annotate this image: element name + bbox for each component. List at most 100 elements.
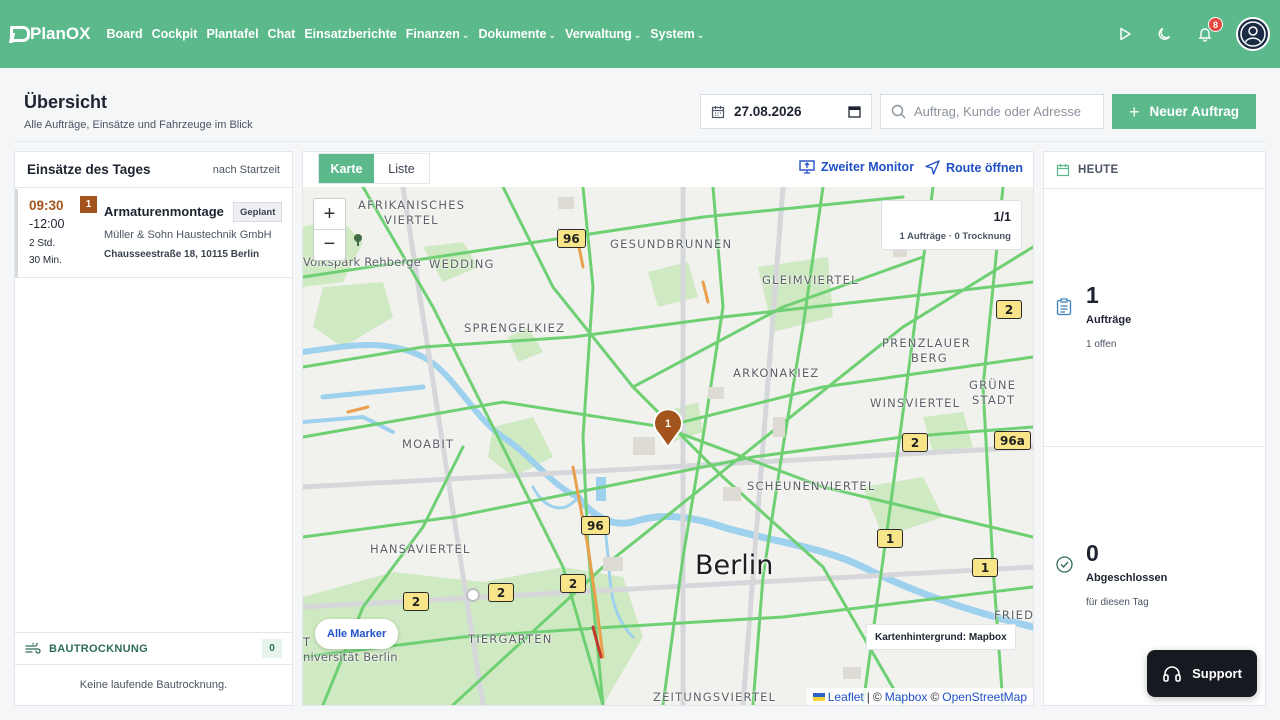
map-label-universitaet: niversität Berlin bbox=[303, 650, 398, 664]
new-order-button[interactable]: + Neuer Auftrag bbox=[1112, 94, 1256, 129]
nav-item-chat[interactable]: Chat bbox=[268, 27, 296, 41]
map-background-label: Kartenhintergrund: Mapbox bbox=[866, 624, 1016, 650]
stats-divider bbox=[1044, 446, 1265, 447]
bautrocknung-title: BAUTROCKNUNG bbox=[49, 642, 148, 655]
nav-item-finanzen[interactable]: Finanzen ⌄ bbox=[406, 27, 470, 41]
search-field[interactable] bbox=[880, 94, 1104, 129]
planox-logo-icon bbox=[10, 25, 30, 43]
map-attribution: Leaflet | © Mapbox © OpenStreetMap bbox=[806, 688, 1033, 705]
route-badge: 96 bbox=[557, 229, 586, 248]
map-label-prenzlauer: PRENZLAUER bbox=[882, 336, 971, 350]
bautrocknung-empty-text: Keine laufende Bautrocknung. bbox=[79, 679, 228, 691]
zoom-in-button[interactable]: + bbox=[314, 199, 345, 229]
check-circle-icon bbox=[1056, 556, 1073, 573]
map-label-winsviertel: WINSVIERTEL bbox=[870, 396, 961, 410]
stat-orders-sub: 1 offen bbox=[1086, 339, 1117, 350]
map-label-arkonakiez: ARKONAKIEZ bbox=[733, 366, 820, 380]
header-divider bbox=[14, 141, 1266, 142]
route-badge: 96 bbox=[581, 516, 610, 535]
map-counter-ratio: 1/1 bbox=[993, 210, 1011, 224]
map-label-hansaviertel: HANSAVIERTEL bbox=[370, 542, 471, 556]
nav-item-system[interactable]: System ⌄ bbox=[650, 27, 704, 41]
job-end-time: -12:00 bbox=[29, 217, 65, 231]
nav-item-dokumente[interactable]: Dokumente ⌄ bbox=[478, 27, 556, 41]
route-badge: 2 bbox=[403, 592, 429, 611]
ukraine-flag-icon bbox=[812, 692, 825, 701]
route-badge: 1 bbox=[972, 558, 998, 577]
route-badge: 2 bbox=[560, 574, 586, 593]
open-route-label: Route öffnen bbox=[946, 160, 1024, 175]
route-badge: 96a bbox=[994, 431, 1031, 450]
stat-completed-label: Abgeschlossen bbox=[1086, 572, 1168, 584]
page-title: Übersicht bbox=[24, 92, 108, 112]
stat-completed-sub: für diesen Tag bbox=[1086, 597, 1149, 608]
map-label-gruene: GRÜNE bbox=[969, 378, 1017, 392]
map-canvas[interactable]: AFRIKANISCHES VIERTEL GESUNDBRUNNEN Volk… bbox=[303, 187, 1033, 705]
nav-item-plantafel[interactable]: Plantafel bbox=[206, 27, 258, 41]
chevron-down-icon: ⌄ bbox=[633, 29, 642, 40]
nav-item-einsatzberichte[interactable]: Einsatzberichte bbox=[304, 27, 396, 41]
stat-completed-value: 0 bbox=[1086, 540, 1099, 566]
clipboard-icon bbox=[1056, 298, 1072, 316]
leaflet-link[interactable]: Leaflet bbox=[828, 690, 864, 704]
second-monitor-button[interactable]: Zweiter Monitor bbox=[799, 160, 914, 174]
search-input[interactable] bbox=[914, 104, 1090, 119]
stat-orders-value: 1 bbox=[1086, 282, 1099, 308]
bell-icon[interactable]: 8 bbox=[1196, 17, 1223, 43]
date-value: 27.08.2026 bbox=[734, 104, 802, 119]
calendar-icon bbox=[711, 105, 725, 118]
all-markers-button[interactable]: Alle Marker bbox=[315, 619, 399, 649]
today-stats-panel: HEUTE 1 Aufträge 1 offen 0 Abgeschlossen… bbox=[1043, 151, 1266, 706]
map-label-stadt: STADT bbox=[972, 393, 1016, 407]
zoom-out-button[interactable]: − bbox=[314, 229, 345, 259]
job-card[interactable]: 09:30 -12:00 2 Std. 30 Min. 1 Armaturenm… bbox=[15, 189, 292, 278]
user-avatar[interactable] bbox=[1236, 17, 1270, 51]
moon-icon[interactable] bbox=[1156, 25, 1174, 43]
chevron-down-icon: ⌄ bbox=[461, 29, 470, 40]
map-label-moabit: MOABIT bbox=[402, 437, 455, 451]
map-label-zeitungsviertel: ZEITUNGSVIERTEL bbox=[653, 690, 777, 704]
brand-name: PlanOX bbox=[30, 24, 91, 43]
bautrocknung-count: 0 bbox=[262, 639, 282, 658]
nav-item-board[interactable]: Board bbox=[106, 27, 142, 41]
map-label-wedding: WEDDING bbox=[429, 257, 495, 271]
job-map-pin[interactable]: 1 bbox=[652, 408, 684, 449]
job-title: Armaturenmontage bbox=[104, 204, 224, 219]
nav-item-cockpit[interactable]: Cockpit bbox=[152, 27, 198, 41]
planox-logo[interactable]: PlanOX bbox=[10, 24, 90, 44]
main-nav: Board Cockpit Plantafel Chat Einsatzberi… bbox=[106, 27, 704, 41]
notification-badge: 8 bbox=[1208, 17, 1223, 32]
map-counter-detail: 1 Aufträge · 0 Trocknung bbox=[899, 231, 1011, 242]
job-status-badge: Geplant bbox=[233, 202, 283, 222]
daily-jobs-title: Einsätze des Tages bbox=[27, 162, 151, 177]
sort-toggle[interactable]: nach Startzeit bbox=[213, 164, 280, 176]
tab-karte[interactable]: Karte bbox=[319, 154, 374, 183]
monitor-icon bbox=[799, 160, 815, 174]
open-route-button[interactable]: Route öffnen bbox=[925, 160, 1023, 175]
openstreetmap-link[interactable]: OpenStreetMap bbox=[942, 690, 1027, 704]
support-label: Support bbox=[1192, 666, 1242, 681]
tab-liste[interactable]: Liste bbox=[374, 154, 429, 183]
daily-jobs-panel: Einsätze des Tages nach Startzeit 09:30 … bbox=[14, 151, 293, 706]
support-button[interactable]: Support bbox=[1147, 650, 1257, 697]
calendar-icon bbox=[1056, 164, 1070, 177]
map-label-gleimviertel: GLEIMVIERTEL bbox=[762, 273, 859, 287]
nav-item-verwaltung[interactable]: Verwaltung ⌄ bbox=[565, 27, 641, 41]
play-icon[interactable] bbox=[1116, 25, 1134, 43]
map-label-afrikanisches: AFRIKANISCHES bbox=[358, 198, 466, 212]
chevron-down-icon: ⌄ bbox=[696, 29, 705, 40]
bautrocknung-header[interactable]: BAUTROCKNUNG 0 bbox=[15, 632, 292, 665]
daily-jobs-header: Einsätze des Tages nach Startzeit bbox=[15, 152, 292, 188]
headset-icon bbox=[1163, 665, 1181, 682]
map-label-fried: FRIED bbox=[994, 608, 1033, 622]
today-header: HEUTE bbox=[1044, 152, 1265, 189]
plus-icon: + bbox=[1128, 101, 1140, 122]
mapbox-link[interactable]: Mapbox bbox=[885, 690, 928, 704]
map-label-scheunenviertel: SCHEUNENVIERTEL bbox=[747, 479, 876, 493]
date-field[interactable]: 27.08.2026 bbox=[700, 94, 872, 129]
user-avatar-icon bbox=[1240, 21, 1266, 47]
calendar-picker-icon[interactable] bbox=[848, 105, 861, 118]
stat-orders-label: Aufträge bbox=[1086, 314, 1132, 326]
page-subtitle: Alle Aufträge, Einsätze und Fahrzeuge im… bbox=[24, 119, 253, 131]
job-client: Müller & Sohn Haustechnik GmbH bbox=[104, 229, 272, 241]
